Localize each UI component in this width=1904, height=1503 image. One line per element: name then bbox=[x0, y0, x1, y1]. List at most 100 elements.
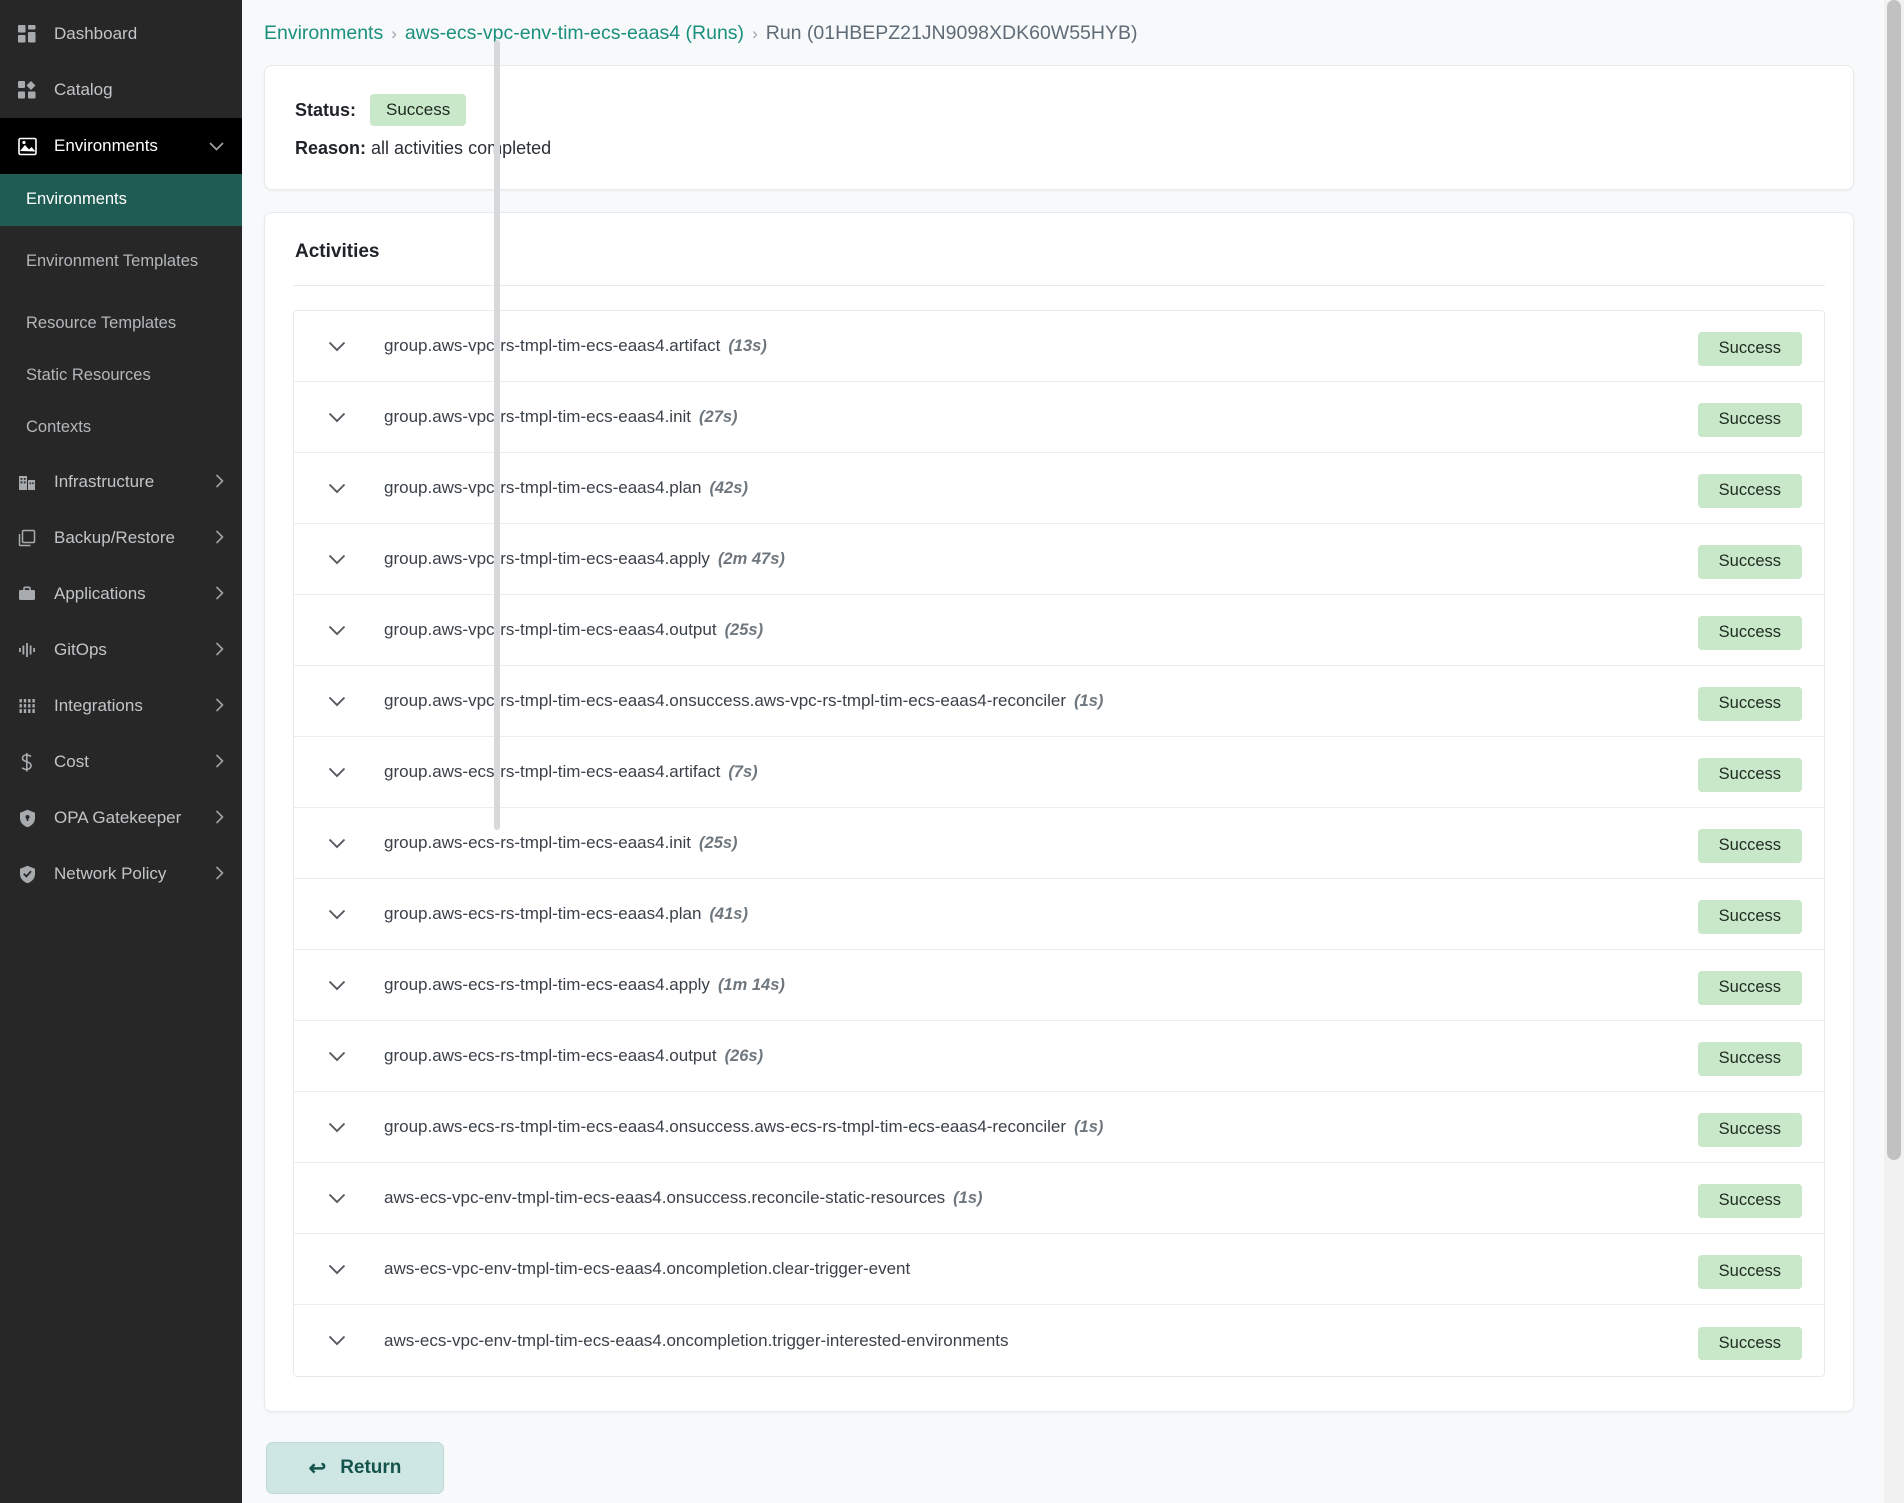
sidebar: Dashboard Catalog Environments Environme… bbox=[0, 0, 242, 1503]
sidebar-item-label: Cost bbox=[54, 752, 89, 771]
sidebar-subitem-label: Environment Templates bbox=[26, 252, 199, 271]
chevron-right-icon bbox=[215, 865, 224, 883]
activity-status: Success bbox=[1678, 613, 1802, 650]
sidebar-item-label: Network Policy bbox=[54, 864, 167, 883]
expand-chevron-down-icon[interactable] bbox=[320, 980, 354, 991]
activity-name: group.aws-vpc-rs-tmpl-tim-ecs-eaas4.onsu… bbox=[384, 691, 1104, 710]
sidebar-item-infrastructure[interactable]: Infrastructure bbox=[0, 454, 242, 510]
expand-chevron-down-icon[interactable] bbox=[320, 483, 354, 494]
page-scrollbar-thumb[interactable] bbox=[1887, 0, 1901, 1160]
sidebar-item-dashboard[interactable]: Dashboard bbox=[0, 6, 242, 62]
gitops-waveform-icon bbox=[14, 640, 40, 660]
chevron-right-icon bbox=[215, 641, 224, 659]
sidebar-item-resource-templates[interactable]: Resource Templates bbox=[0, 298, 242, 350]
page-scrollbar-track[interactable] bbox=[1884, 0, 1904, 1503]
expand-chevron-down-icon[interactable] bbox=[320, 696, 354, 707]
expand-chevron-down-icon[interactable] bbox=[320, 909, 354, 920]
inner-scrollbar-thumb[interactable] bbox=[494, 40, 500, 830]
activity-row[interactable]: group.aws-vpc-rs-tmpl-tim-ecs-eaas4.onsu… bbox=[294, 666, 1824, 737]
activity-row[interactable]: group.aws-vpc-rs-tmpl-tim-ecs-eaas4.plan… bbox=[294, 453, 1824, 524]
activity-row[interactable]: group.aws-vpc-rs-tmpl-tim-ecs-eaas4.arti… bbox=[294, 311, 1824, 382]
status-badge: Success bbox=[1697, 474, 1802, 508]
sidebar-item-environment-templates[interactable]: Environment Templates bbox=[0, 226, 242, 298]
sidebar-item-environments[interactable]: Environments bbox=[0, 118, 242, 174]
activity-row[interactable]: group.aws-vpc-rs-tmpl-tim-ecs-eaas4.init… bbox=[294, 382, 1824, 453]
expand-chevron-down-icon[interactable] bbox=[320, 341, 354, 352]
sidebar-item-label: Environments bbox=[54, 136, 158, 155]
activity-name: aws-ecs-vpc-env-tmpl-tim-ecs-eaas4.oncom… bbox=[384, 1259, 911, 1278]
expand-chevron-down-icon[interactable] bbox=[320, 767, 354, 778]
expand-chevron-down-icon[interactable] bbox=[320, 838, 354, 849]
chevron-right-icon bbox=[215, 529, 224, 547]
expand-chevron-down-icon[interactable] bbox=[320, 412, 354, 423]
shield-check-icon bbox=[14, 864, 40, 884]
expand-chevron-down-icon[interactable] bbox=[320, 1122, 354, 1133]
activity-name: group.aws-ecs-rs-tmpl-tim-ecs-eaas4.outp… bbox=[384, 1046, 764, 1065]
sidebar-item-environments-sub[interactable]: Environments bbox=[0, 174, 242, 226]
footer-actions: ↩ Return bbox=[264, 1412, 1854, 1494]
status-badge: Success bbox=[1697, 1184, 1802, 1218]
expand-chevron-down-icon[interactable] bbox=[320, 1264, 354, 1275]
sidebar-item-static-resources[interactable]: Static Resources bbox=[0, 350, 242, 402]
sidebar-item-network-policy[interactable]: Network Policy bbox=[0, 846, 242, 902]
activity-name: group.aws-ecs-rs-tmpl-tim-ecs-eaas4.arti… bbox=[384, 762, 758, 781]
app-root: Dashboard Catalog Environments Environme… bbox=[0, 0, 1904, 1503]
reason-label: Reason: bbox=[295, 138, 367, 158]
activity-row[interactable]: group.aws-ecs-rs-tmpl-tim-ecs-eaas4.outp… bbox=[294, 1021, 1824, 1092]
shield-icon bbox=[14, 808, 40, 828]
status-badge: Success bbox=[1697, 758, 1802, 792]
activity-status: Success bbox=[1678, 1039, 1802, 1076]
briefcase-icon bbox=[14, 584, 40, 604]
breadcrumb-separator: › bbox=[391, 23, 397, 43]
activity-row[interactable]: group.aws-ecs-rs-tmpl-tim-ecs-eaas4.init… bbox=[294, 808, 1824, 879]
sidebar-item-catalog[interactable]: Catalog bbox=[0, 62, 242, 118]
inner-scrollbar-track[interactable] bbox=[494, 0, 500, 1503]
activity-row[interactable]: group.aws-ecs-rs-tmpl-tim-ecs-eaas4.appl… bbox=[294, 950, 1824, 1021]
status-badge: Success bbox=[1697, 545, 1802, 579]
sidebar-item-backup-restore[interactable]: Backup/Restore bbox=[0, 510, 242, 566]
expand-chevron-down-icon[interactable] bbox=[320, 1335, 354, 1346]
activity-row[interactable]: group.aws-vpc-rs-tmpl-tim-ecs-eaas4.appl… bbox=[294, 524, 1824, 595]
chevron-right-icon bbox=[215, 585, 224, 603]
reason-row: Reason: all activities completed bbox=[295, 138, 1823, 159]
activity-status: Success bbox=[1678, 897, 1802, 934]
status-badge: Success bbox=[1697, 900, 1802, 934]
sidebar-subitem-label: Static Resources bbox=[26, 366, 151, 385]
sidebar-item-opa-gatekeeper[interactable]: OPA Gatekeeper bbox=[0, 790, 242, 846]
sidebar-item-contexts[interactable]: Contexts bbox=[0, 402, 242, 454]
status-badge: Success bbox=[1697, 616, 1802, 650]
status-badge: Success bbox=[1697, 687, 1802, 721]
activity-row[interactable]: group.aws-ecs-rs-tmpl-tim-ecs-eaas4.onsu… bbox=[294, 1092, 1824, 1163]
expand-chevron-down-icon[interactable] bbox=[320, 625, 354, 636]
expand-chevron-down-icon[interactable] bbox=[320, 1051, 354, 1062]
status-badge: Success bbox=[1697, 829, 1802, 863]
expand-chevron-down-icon[interactable] bbox=[320, 1193, 354, 1204]
sidebar-item-applications[interactable]: Applications bbox=[0, 566, 242, 622]
activity-status: Success bbox=[1678, 542, 1802, 579]
sidebar-subitem-label: Resource Templates bbox=[26, 314, 177, 333]
activity-status: Success bbox=[1678, 755, 1802, 792]
activity-duration: (42s) bbox=[709, 479, 748, 497]
page-content: Environments › aws-ecs-vpc-env-tim-ecs-e… bbox=[242, 0, 1904, 1494]
sidebar-item-label: Applications bbox=[54, 584, 146, 603]
activity-row[interactable]: group.aws-ecs-rs-tmpl-tim-ecs-eaas4.plan… bbox=[294, 879, 1824, 950]
activity-row[interactable]: aws-ecs-vpc-env-tmpl-tim-ecs-eaas4.oncom… bbox=[294, 1234, 1824, 1305]
sidebar-item-integrations[interactable]: Integrations bbox=[0, 678, 242, 734]
main-content: Environments › aws-ecs-vpc-env-tim-ecs-e… bbox=[242, 0, 1904, 1503]
activity-row[interactable]: aws-ecs-vpc-env-tmpl-tim-ecs-eaas4.oncom… bbox=[294, 1305, 1824, 1376]
breadcrumb-environment-link[interactable]: aws-ecs-vpc-env-tim-ecs-eaas4 (Runs) bbox=[405, 22, 744, 45]
return-button[interactable]: ↩ Return bbox=[266, 1442, 444, 1494]
activity-row[interactable]: group.aws-ecs-rs-tmpl-tim-ecs-eaas4.arti… bbox=[294, 737, 1824, 808]
activity-row[interactable]: group.aws-vpc-rs-tmpl-tim-ecs-eaas4.outp… bbox=[294, 595, 1824, 666]
building-icon bbox=[14, 472, 40, 492]
breadcrumb: Environments › aws-ecs-vpc-env-tim-ecs-e… bbox=[264, 0, 1854, 65]
activity-row[interactable]: aws-ecs-vpc-env-tmpl-tim-ecs-eaas4.onsuc… bbox=[294, 1163, 1824, 1234]
activity-status: Success bbox=[1678, 471, 1802, 508]
sidebar-item-cost[interactable]: Cost bbox=[0, 734, 242, 790]
activity-status: Success bbox=[1678, 1181, 1802, 1218]
expand-chevron-down-icon[interactable] bbox=[320, 554, 354, 565]
activity-name: group.aws-vpc-rs-tmpl-tim-ecs-eaas4.init… bbox=[384, 407, 738, 426]
sidebar-item-gitops[interactable]: GitOps bbox=[0, 622, 242, 678]
breadcrumb-environments-link[interactable]: Environments bbox=[264, 22, 383, 45]
activity-name: group.aws-ecs-rs-tmpl-tim-ecs-eaas4.onsu… bbox=[384, 1117, 1104, 1136]
